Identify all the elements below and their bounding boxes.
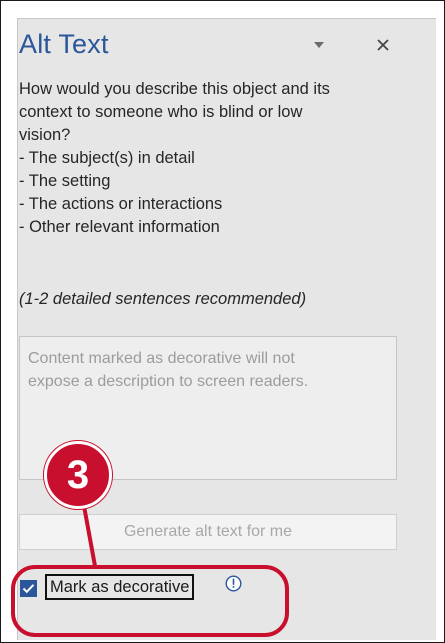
instructions-line: vision? [19,126,71,144]
pane-options-button[interactable] [306,32,332,58]
mark-as-decorative-label[interactable]: Mark as decorative [45,574,195,600]
chevron-down-icon [314,42,324,48]
checkmark-icon [22,584,35,594]
decorative-notice-line: expose a description to screen readers. [28,373,309,390]
close-icon [377,39,389,51]
instructions-text: How would you describe this object and i… [19,78,399,239]
recommendation-text: (1-2 detailed sentences recommended) [19,290,307,308]
instructions-line: - Other relevant information [19,218,220,236]
instructions-line: - The setting [19,172,111,190]
mark-as-decorative-checkbox[interactable] [20,580,37,597]
generate-alt-text-button[interactable]: Generate alt text for me [19,514,397,550]
close-pane-button[interactable] [370,32,396,58]
decorative-notice-line: Content marked as decorative will not [28,350,295,367]
pane-title: Alt Text [19,29,109,59]
instructions-line: How would you describe this object and i… [19,80,330,98]
info-icon[interactable] [225,575,242,592]
instructions-line: - The subject(s) in detail [19,149,195,167]
instructions-line: - The actions or interactions [19,195,223,213]
step-number-badge: 3 [44,441,112,509]
instructions-line: context to someone who is blind or low [19,103,303,121]
